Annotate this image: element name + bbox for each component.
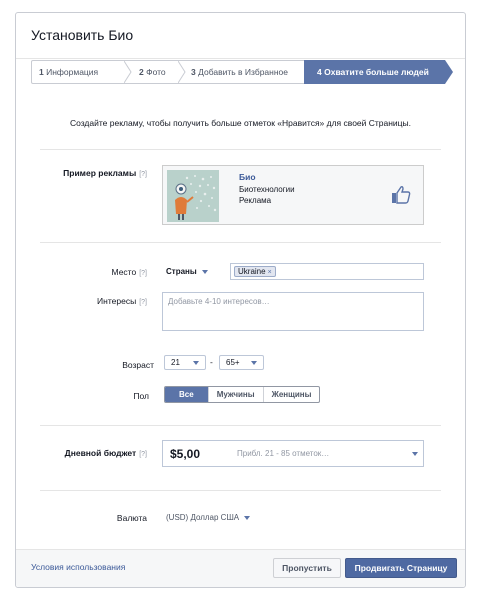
help-icon[interactable]: [?] [139, 451, 147, 458]
ad-page-name[interactable]: Био [239, 172, 256, 182]
location-token-input[interactable]: Ukraine × [230, 263, 424, 280]
chevron-right-icon [178, 61, 186, 83]
ad-preview: Био Биотехнологии Реклама [162, 165, 424, 225]
step-label: Информация [46, 67, 99, 77]
interests-label-text: Интересы [97, 296, 137, 306]
step-label: Охватите больше людей [324, 67, 429, 77]
step-number: 2 [139, 67, 144, 77]
step-number: 3 [191, 67, 196, 77]
help-icon[interactable]: [?] [139, 299, 147, 306]
chevron-down-icon [244, 515, 251, 520]
help-icon[interactable]: [?] [139, 270, 147, 277]
ad-preview-label-text: Пример рекламы [63, 168, 137, 178]
budget-estimate: Прибл. 21 - 85 отметок… [237, 449, 330, 458]
ad-preview-label: Пример рекламы [?] [63, 168, 147, 178]
dialog-footer: Условия использования Пропустить Продвиг… [16, 549, 465, 587]
currency-dropdown[interactable]: (USD) Доллар США [166, 513, 251, 522]
section-divider [40, 149, 441, 150]
location-label-text: Место [111, 267, 137, 277]
wizard-steps: 1 Информация 2 Фото 3 Добавить в Избранн… [31, 60, 453, 84]
age-separator: - [210, 357, 213, 367]
gender-women-button[interactable]: Женщины [262, 387, 320, 402]
ad-type: Реклама [239, 196, 272, 205]
chevron-down-icon [412, 452, 418, 456]
interests-label: Интересы [?] [97, 296, 147, 306]
budget-amount: $5,00 [170, 447, 201, 461]
location-scope-value: Страны [166, 267, 197, 276]
header-divider [16, 58, 465, 59]
chevron-right-icon [124, 61, 132, 83]
gender-label: Пол [133, 391, 149, 401]
location-token-label: Ukraine [238, 267, 266, 276]
gender-all-button[interactable]: Все [165, 387, 208, 402]
daily-budget-label: Дневной бюджет [?] [65, 448, 147, 458]
skip-button[interactable]: Пропустить [273, 558, 341, 578]
active-step-arrow [445, 60, 453, 84]
step-number: 4 [317, 67, 322, 77]
gender-selector: Все Мужчины Женщины [164, 386, 321, 403]
remove-token-icon[interactable]: × [268, 269, 272, 276]
daily-budget-label-text: Дневной бюджет [64, 448, 137, 458]
currency-label: Валюта [116, 513, 147, 523]
step-label: Фото [146, 67, 166, 77]
help-icon[interactable]: [?] [139, 171, 147, 178]
step-reach-more-people[interactable]: 4 Охватите больше людей [317, 61, 429, 83]
location-scope-dropdown[interactable]: Страны [166, 267, 208, 276]
chevron-down-icon [251, 361, 257, 365]
promote-page-dialog: Установить Био 1 Информация 2 Фото 3 Доб… [15, 12, 466, 588]
age-max-select[interactable]: 65+ [219, 355, 264, 370]
step-add-to-favorites[interactable]: 3 Добавить в Избранное [191, 61, 288, 83]
section-divider [40, 425, 441, 426]
step-label: Добавить в Избранное [198, 67, 288, 77]
age-min-value: 21 [171, 358, 180, 367]
ad-category: Биотехнологии [239, 185, 295, 194]
intro-text: Создайте рекламу, чтобы получить больше … [69, 118, 412, 128]
age-max-value: 65+ [226, 358, 240, 367]
step-photo[interactable]: 2 Фото [139, 61, 166, 83]
chevron-down-icon [193, 361, 199, 365]
location-token: Ukraine × [234, 266, 276, 277]
chevron-down-icon [201, 269, 208, 274]
gender-men-button[interactable]: Мужчины [207, 387, 263, 402]
ad-illustration [167, 170, 219, 222]
section-divider [40, 242, 441, 243]
interests-input[interactable]: Добавьте 4-10 интересов… [162, 292, 424, 331]
terms-link[interactable]: Условия использования [31, 562, 125, 572]
age-min-select[interactable]: 21 [164, 355, 206, 370]
ad-image [167, 170, 219, 222]
section-divider [40, 490, 441, 491]
promote-page-button[interactable]: Продвигать Страницу [345, 558, 457, 578]
currency-value: (USD) Доллар США [166, 513, 240, 522]
dialog-title: Установить Био [31, 27, 134, 43]
age-label: Возраст [122, 360, 154, 370]
thumbs-up-icon[interactable] [391, 185, 411, 205]
step-number: 1 [39, 67, 44, 77]
location-label: Место [?] [112, 267, 147, 277]
daily-budget-select[interactable]: $5,00 Прибл. 21 - 85 отметок… [162, 440, 424, 467]
step-information[interactable]: 1 Информация [39, 61, 98, 83]
